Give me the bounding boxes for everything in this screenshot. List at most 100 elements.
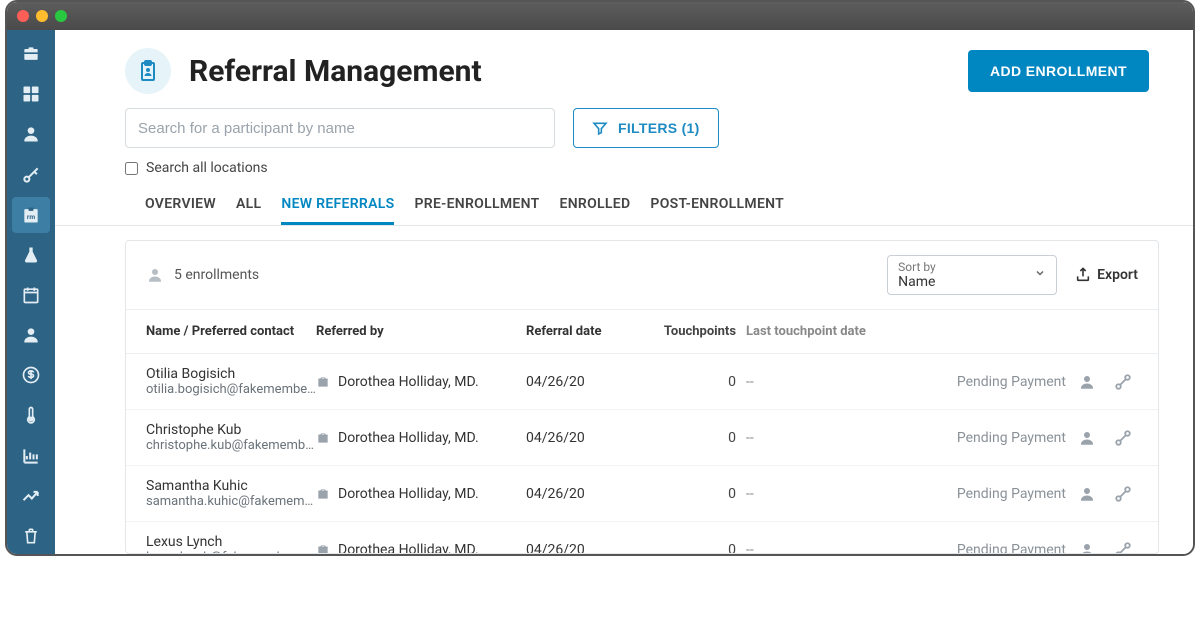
- calendar-icon: [21, 285, 41, 305]
- maximize-window-button[interactable]: [55, 10, 67, 22]
- referred-by-name: Dorothea Holliday, MD.: [338, 430, 479, 446]
- trend-icon: [21, 486, 41, 506]
- cell-status: Pending Payment: [896, 542, 1066, 554]
- row-actions: [1066, 429, 1138, 447]
- provider-icon: [316, 543, 330, 554]
- link-icon[interactable]: [1114, 541, 1132, 554]
- sidebar: rm: [7, 30, 55, 554]
- add-enrollment-button[interactable]: ADD ENROLLMENT: [968, 50, 1149, 92]
- row-actions: [1066, 373, 1138, 391]
- cell-status: Pending Payment: [896, 430, 1066, 446]
- row-actions: [1066, 541, 1138, 554]
- sidebar-item-billing[interactable]: [12, 357, 50, 393]
- sidebar-item-people[interactable]: [12, 116, 50, 152]
- enrollments-panel: 5 enrollments Sort by Name Export: [125, 240, 1159, 554]
- key-icon: [21, 165, 41, 185]
- participant-name: Christophe Kub: [146, 422, 316, 438]
- enrollment-count: 5 enrollments: [146, 266, 259, 284]
- cell-referred-by: Dorothea Holliday, MD.: [316, 542, 526, 554]
- cell-status: Pending Payment: [896, 486, 1066, 502]
- row-actions: [1066, 485, 1138, 503]
- link-icon[interactable]: [1114, 373, 1132, 391]
- sort-value: Name: [898, 274, 1046, 290]
- sidebar-item-vitals[interactable]: [12, 397, 50, 433]
- sidebar-item-lab[interactable]: [12, 237, 50, 273]
- link-icon[interactable]: [1114, 429, 1132, 447]
- thermometer-icon: [21, 405, 41, 425]
- cell-name: Christophe Kub christophe.kub@fakemember…: [146, 422, 316, 453]
- tab-all[interactable]: ALL: [236, 196, 261, 225]
- participant-contact: christophe.kub@fakemember.com: [146, 438, 316, 453]
- status-text: Pending Payment: [957, 486, 1066, 502]
- view-person-icon[interactable]: [1078, 541, 1096, 554]
- export-button[interactable]: Export: [1075, 267, 1138, 283]
- col-last-touchpoint-header: Last touchpoint date: [736, 324, 896, 339]
- search-all-locations-checkbox[interactable]: Search all locations: [55, 154, 1193, 178]
- sidebar-item-referral-management[interactable]: rm: [12, 197, 50, 233]
- title-block: Referral Management: [125, 48, 482, 94]
- sidebar-item-trash[interactable]: [12, 518, 50, 554]
- sidebar-item-reports[interactable]: [12, 438, 50, 474]
- briefcase-icon: [21, 44, 41, 64]
- sidebar-item-dashboard[interactable]: [12, 76, 50, 112]
- sort-select[interactable]: Sort by Name: [887, 255, 1057, 295]
- sidebar-item-trends[interactable]: [12, 478, 50, 514]
- cell-name: Lexus Lynch lexus.lynch@fakemember.com: [146, 534, 316, 553]
- table-row[interactable]: Lexus Lynch lexus.lynch@fakemember.com D…: [126, 522, 1158, 553]
- cell-last-touchpoint: --: [736, 486, 896, 502]
- table-row[interactable]: Otilia Bogisich otilia.bogisich@fakememb…: [126, 354, 1158, 410]
- table-row[interactable]: Christophe Kub christophe.kub@fakemember…: [126, 410, 1158, 466]
- filters-button[interactable]: FILTERS (1): [573, 108, 719, 148]
- sidebar-item-user[interactable]: [12, 317, 50, 353]
- cell-last-touchpoint: --: [736, 430, 896, 446]
- table-row[interactable]: Samantha Kuhic samantha.kuhic@fakemember…: [126, 466, 1158, 522]
- tab-pre-enrollment[interactable]: PRE-ENROLLMENT: [414, 196, 539, 225]
- view-person-icon[interactable]: [1078, 373, 1096, 391]
- table-header: Name / Preferred contact Referred by Ref…: [126, 310, 1158, 354]
- titlebar: [7, 2, 1193, 30]
- trash-icon: [21, 526, 41, 546]
- participant-contact: otilia.bogisich@fakemember.com: [146, 382, 316, 397]
- tabs: OVERVIEW ALL NEW REFERRALS PRE-ENROLLMEN…: [55, 178, 1193, 226]
- provider-icon: [316, 431, 330, 445]
- main-content: Referral Management ADD ENROLLMENT FILTE…: [55, 30, 1193, 554]
- cell-referral-date: 04/26/20: [526, 542, 656, 554]
- col-status-header: [896, 324, 1066, 339]
- referred-by-name: Dorothea Holliday, MD.: [338, 374, 479, 390]
- cell-touchpoints: 0: [656, 374, 736, 390]
- participant-contact: samantha.kuhic@fakemember.com: [146, 494, 316, 509]
- reflection-decor: Lexus Lynch lexus.lynch@fakemember.com D…: [5, 558, 1195, 640]
- cell-referral-date: 04/26/20: [526, 486, 656, 502]
- page-header: Referral Management ADD ENROLLMENT: [55, 30, 1193, 104]
- sidebar-item-calendar[interactable]: [12, 277, 50, 313]
- tab-post-enrollment[interactable]: POST-ENROLLMENT: [650, 196, 784, 225]
- col-referred-by-header: Referred by: [316, 324, 526, 339]
- tab-new-referrals[interactable]: NEW REFERRALS: [281, 196, 394, 225]
- sidebar-item-briefcase[interactable]: [12, 36, 50, 72]
- provider-icon: [316, 487, 330, 501]
- svg-text:rm: rm: [27, 213, 35, 221]
- sidebar-item-access[interactable]: [12, 156, 50, 192]
- enrollment-count-text: 5 enrollments: [174, 267, 259, 283]
- view-person-icon[interactable]: [1078, 429, 1096, 447]
- link-icon[interactable]: [1114, 485, 1132, 503]
- close-window-button[interactable]: [17, 10, 29, 22]
- cell-last-touchpoint: --: [736, 542, 896, 554]
- participant-name: Lexus Lynch: [146, 534, 316, 550]
- flask-icon: [21, 245, 41, 265]
- chart-icon: [21, 446, 41, 466]
- export-label: Export: [1097, 267, 1138, 283]
- referred-by-name: Dorothea Holliday, MD.: [338, 542, 479, 554]
- tab-overview[interactable]: OVERVIEW: [145, 196, 216, 225]
- cell-touchpoints: 0: [656, 542, 736, 554]
- minimize-window-button[interactable]: [36, 10, 48, 22]
- person-count-icon: [146, 266, 164, 284]
- view-person-icon[interactable]: [1078, 485, 1096, 503]
- search-all-locations-input[interactable]: [125, 162, 138, 175]
- tab-enrolled[interactable]: ENROLLED: [560, 196, 631, 225]
- panel-controls: Sort by Name Export: [887, 255, 1138, 295]
- col-name-header: Name / Preferred contact: [146, 324, 316, 339]
- panel-header: 5 enrollments Sort by Name Export: [126, 241, 1158, 310]
- window-frame: rm: [5, 0, 1195, 556]
- search-input[interactable]: [125, 108, 555, 148]
